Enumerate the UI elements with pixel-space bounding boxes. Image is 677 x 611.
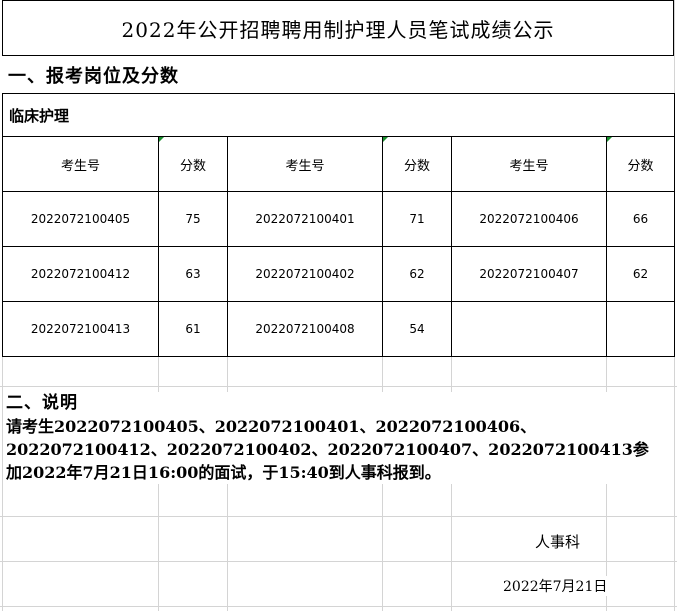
score-cell: 66 [606,191,675,247]
notes-heading: 二、说明 [6,393,78,413]
cell-marker [607,137,612,142]
score-cell: 71 [382,191,452,247]
page-title: 2022年公开招聘聘用制护理人员笔试成绩公示 [2,0,674,55]
grid-line [0,606,677,607]
score-cell: 54 [382,301,452,357]
header-candidate-no: 考生号 [227,136,383,192]
grid-line [0,561,677,562]
table-row: 2022072100413 61 2022072100408 54 [2,301,675,357]
candidate-no-cell: 2022072100413 [2,301,159,357]
header-score: 分数 [382,136,452,192]
candidate-no-cell: 2022072100406 [451,191,607,247]
category-label: 临床护理 [2,93,675,137]
grid-line [0,516,677,517]
candidate-no-cell: 2022072100408 [227,301,383,357]
score-cell: 75 [158,191,228,247]
scores-table: 临床护理 考生号 分数 考生号 分数 考生号 分数 2022072100405 … [2,93,675,357]
header-candidate-no: 考生号 [451,136,607,192]
notes-line: 请考生2022072100405、2022072100401、202207210… [6,417,537,436]
score-cell: 62 [382,246,452,302]
cell-marker [159,137,164,142]
score-cell [606,301,675,357]
cell-marker [383,137,388,142]
candidate-no-cell: 2022072100405 [2,191,159,247]
notes-line: 2022072100412、2022072100402、202207210040… [6,440,649,459]
score-cell: 62 [606,246,675,302]
candidate-no-cell: 2022072100407 [451,246,607,302]
section-heading-positions: 一、报考岗位及分数 [2,55,674,93]
candidate-no-cell: 2022072100402 [227,246,383,302]
candidate-no-cell: 2022072100412 [2,246,159,302]
header-score: 分数 [158,136,228,192]
signature-date: 2022年7月21日 [503,576,608,596]
table-row: 2022072100412 63 2022072100402 62 202207… [2,246,675,302]
score-cell: 61 [158,301,228,357]
candidate-no-cell [451,301,607,357]
candidate-no-cell: 2022072100401 [227,191,383,247]
notes-line: 加2022年7月21日16:00的面试，于15:40到人事科报到。 [6,463,441,482]
signature-department: 人事科 [535,531,581,552]
header-candidate-no: 考生号 [2,136,159,192]
notes-section: 二、说明 请考生2022072100405、2022072100401、2022… [6,392,672,484]
table-row: 2022072100405 75 2022072100401 71 202207… [2,191,675,247]
header-score: 分数 [606,136,675,192]
grid-line [0,386,677,387]
score-cell: 63 [158,246,228,302]
